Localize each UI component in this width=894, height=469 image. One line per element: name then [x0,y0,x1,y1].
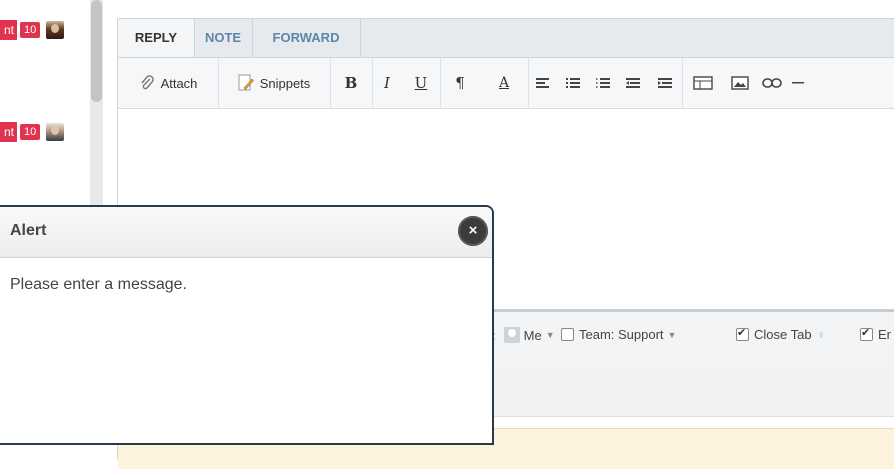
status-badge: nt [0,122,18,142]
bold-icon: B [344,74,358,92]
avatar [46,123,65,141]
alert-header: Alert × [0,207,492,258]
bold-button[interactable]: B [330,58,373,108]
assignee-value: Me [523,327,542,343]
count-badge: 10 [19,123,42,141]
alert-message: Please enter a message. [10,276,187,293]
underline-icon: U [414,74,428,92]
count-badge: 10 [19,21,42,39]
status-badge: nt [0,20,18,40]
horizontal-rule-button[interactable] [788,58,808,108]
indent-icon [658,78,672,88]
table-button[interactable] [682,58,724,108]
attach-label: Attach [160,75,198,91]
tab-note[interactable]: NOTE [194,19,253,57]
close-icon[interactable]: × [458,216,488,246]
extra-option[interactable]: Er [860,326,891,342]
numbered-list-icon [596,78,610,88]
numbered-list-button[interactable] [588,58,618,108]
link-button[interactable] [756,58,788,108]
document-edit-icon [238,74,254,91]
outdent-icon [626,78,640,88]
snippets-label: Snippets [259,75,311,91]
bullet-list-icon [566,78,580,88]
attach-button[interactable]: Attach [118,58,219,108]
alert-title: Alert [10,222,47,239]
snippets-button[interactable]: Snippets [218,58,331,108]
editor-toolbar: Attach Snippets B I U ¶ A [118,58,894,109]
bullet-list-button[interactable] [558,58,588,108]
avatar [46,21,65,39]
close-tab-label: Close Tab [754,327,812,342]
chevron-down-icon: ▼ [667,329,677,340]
horizontal-rule-icon [792,82,804,84]
italic-button[interactable]: I [372,58,402,108]
lightbulb-icon: ♀ [816,327,826,342]
chevron-down-icon: ▼ [545,330,555,340]
image-icon [731,76,749,90]
tab-reply[interactable]: REPLY [118,19,195,57]
list-item[interactable]: nt 10 [0,122,65,142]
link-icon [762,78,782,88]
alert-dialog: Alert × Please enter a message. [0,205,494,445]
paragraph-icon: ¶ [455,74,465,92]
image-button[interactable] [724,58,756,108]
user-icon [503,327,520,343]
extra-checkbox[interactable] [860,326,873,341]
scrollbar-thumb[interactable] [91,0,102,102]
editor-tabs: REPLY NOTE FORWARD [118,19,894,58]
extra-label: Er [878,327,891,342]
align-left-button[interactable] [528,58,558,108]
italic-icon: I [384,74,390,92]
team-label: Team: Support [579,327,664,342]
align-left-icon [536,78,549,88]
table-icon [693,76,713,90]
close-tab-checkbox[interactable] [736,326,749,341]
team-option[interactable]: Team: Support ▼ [561,327,676,342]
paperclip-icon [141,75,154,90]
font-color-icon: A [498,75,510,91]
close-tab-option[interactable]: Close Tab ♀ [736,326,826,342]
font-color-button[interactable]: A [480,58,529,108]
tab-forward[interactable]: FORWARD [252,19,361,57]
list-item[interactable]: nt 10 [0,20,65,40]
outdent-button[interactable] [618,58,648,108]
assignee-select[interactable]: : Me ▼ [492,327,555,343]
indent-button[interactable] [648,58,683,108]
team-checkbox[interactable] [561,328,574,341]
underline-button[interactable]: U [402,58,441,108]
paragraph-button[interactable]: ¶ [440,58,480,108]
